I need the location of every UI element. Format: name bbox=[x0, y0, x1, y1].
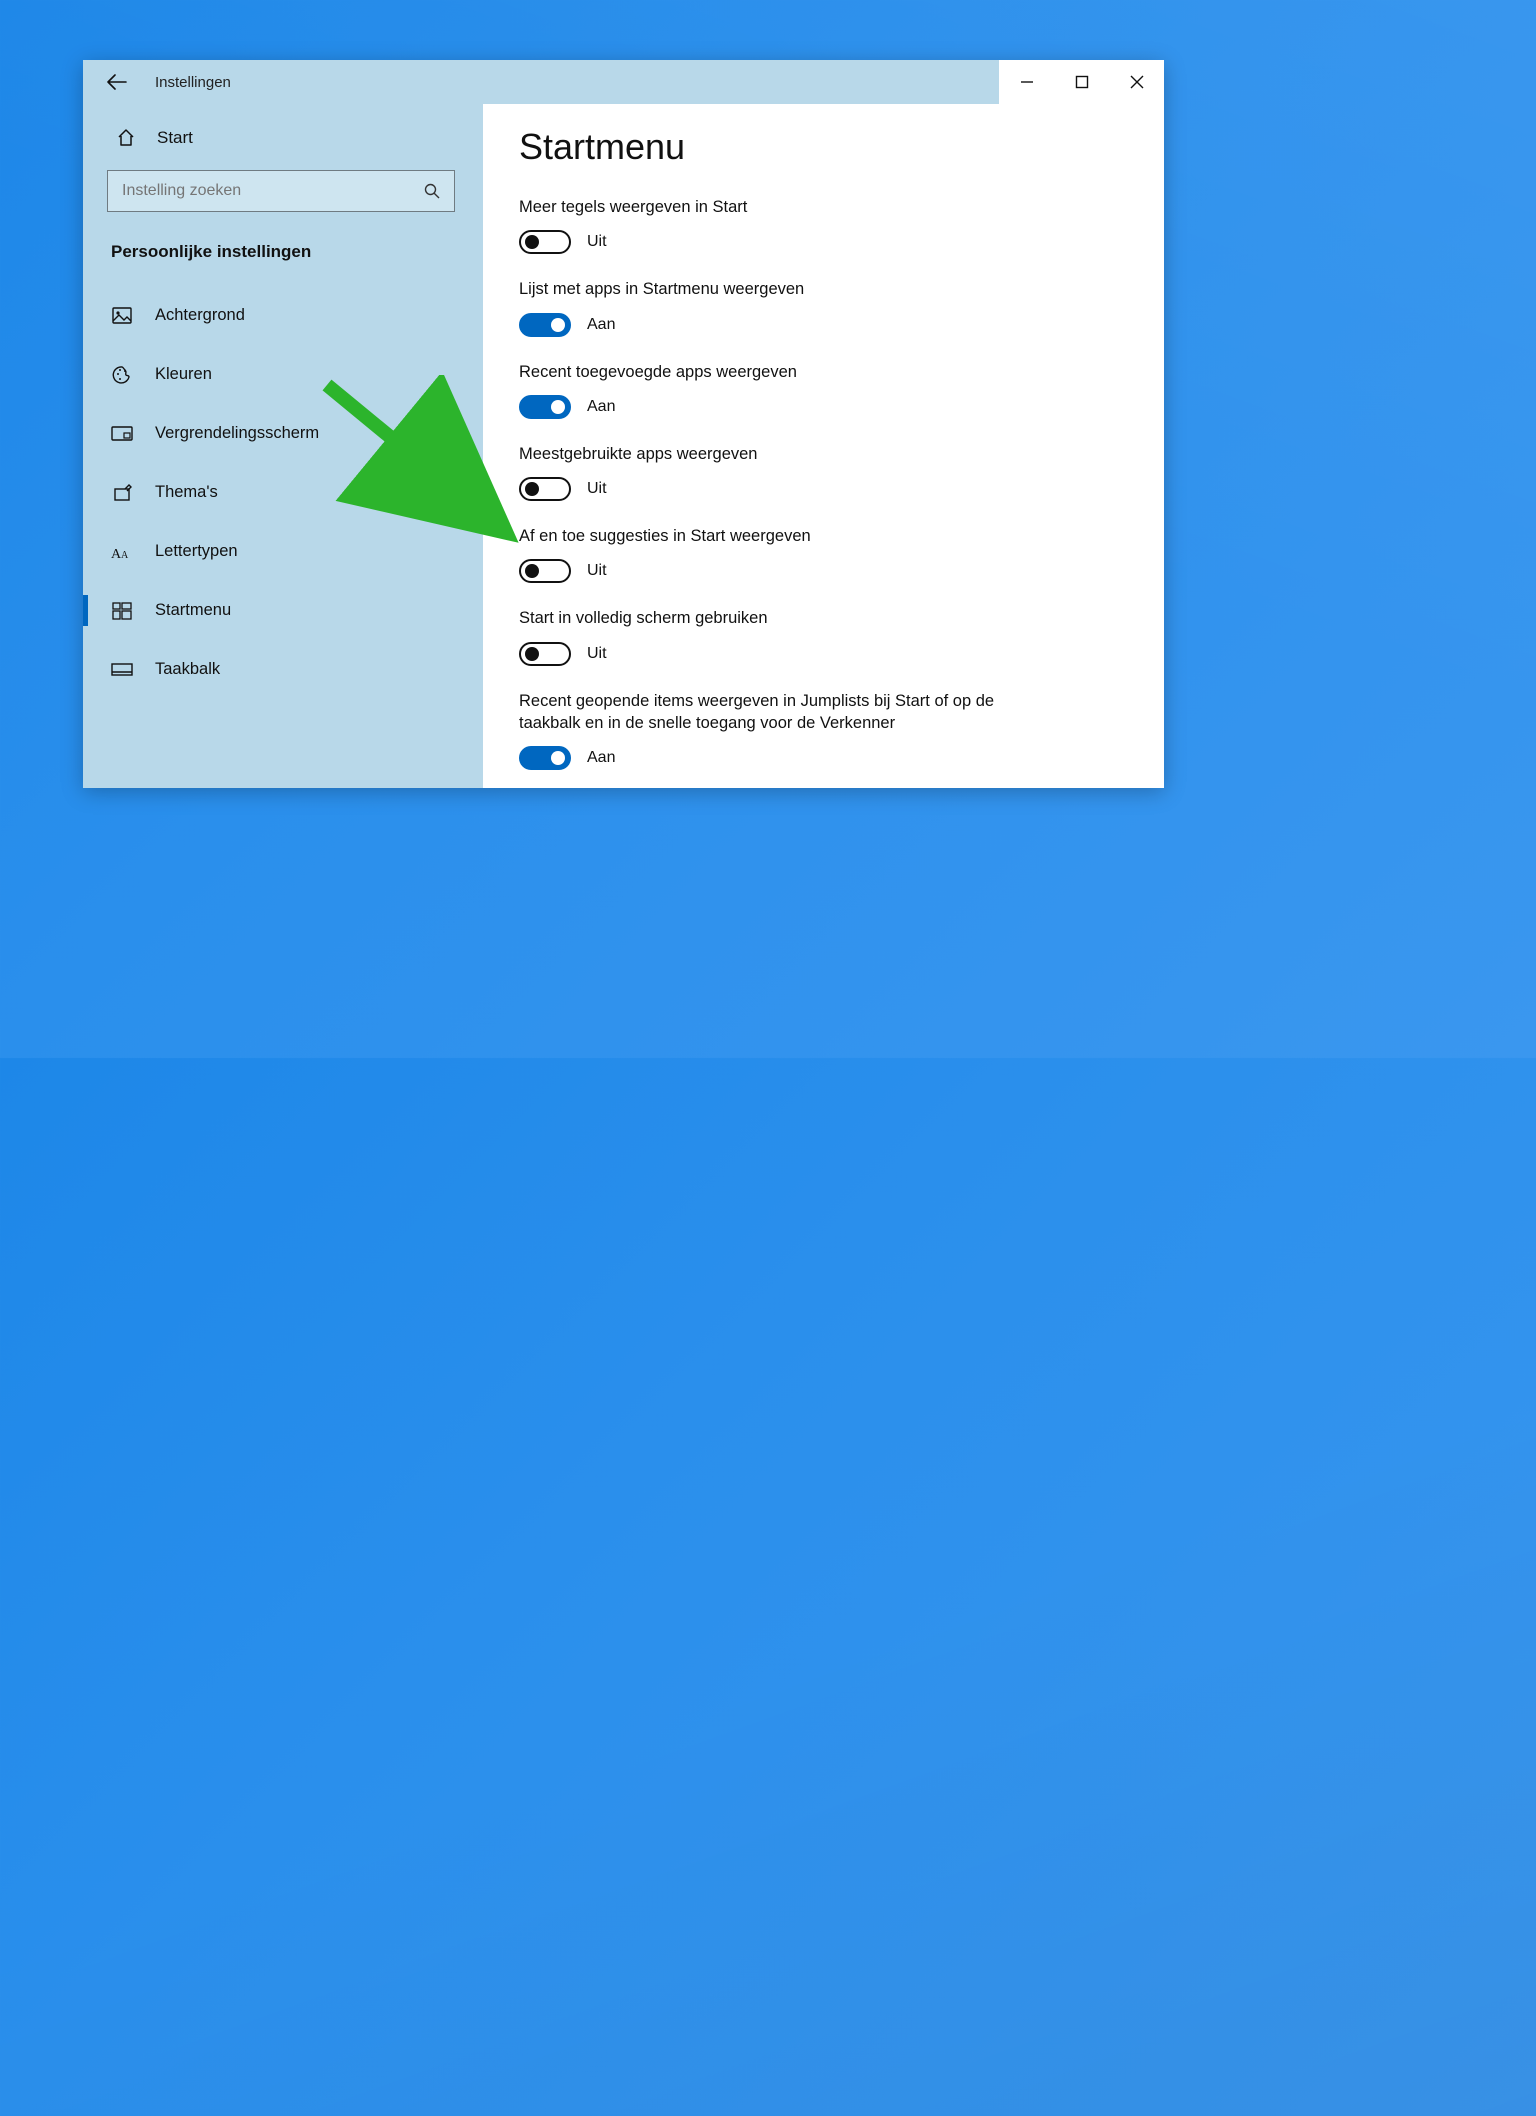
sidebar-item-kleuren[interactable]: Kleuren bbox=[83, 345, 467, 404]
close-button[interactable] bbox=[1109, 60, 1164, 104]
titlebar: Instellingen bbox=[83, 60, 1164, 104]
sidebar-item-achtergrond[interactable]: Achtergrond bbox=[83, 286, 467, 345]
sidebar-item-label: Vergrendelingsscherm bbox=[155, 424, 319, 443]
sidebar-item-label: Lettertypen bbox=[155, 542, 238, 561]
sidebar-item-thema-s[interactable]: Thema's bbox=[83, 463, 467, 522]
toggle-state-label: Uit bbox=[587, 562, 607, 580]
toggle-state-label: Uit bbox=[587, 480, 607, 498]
sidebar-item-label: Taakbalk bbox=[155, 660, 220, 679]
setting-0: Meer tegels weergeven in Start Uit bbox=[519, 196, 1124, 254]
sidebar-item-lettertypen[interactable]: AA Lettertypen bbox=[83, 522, 467, 581]
toggle-state-label: Aan bbox=[587, 398, 615, 416]
lockscreen-icon bbox=[111, 426, 133, 442]
search-icon bbox=[424, 183, 440, 199]
maximize-button[interactable] bbox=[1054, 60, 1109, 104]
setting-label: Meer tegels weergeven in Start bbox=[519, 196, 1059, 218]
home-label: Start bbox=[157, 128, 193, 148]
toggle-state-label: Uit bbox=[587, 233, 607, 251]
svg-text:A: A bbox=[121, 550, 129, 561]
search-box[interactable] bbox=[107, 170, 455, 212]
content-area: Startmenu Meer tegels weergeven in Start… bbox=[483, 104, 1164, 788]
setting-3: Meestgebruikte apps weergeven Uit bbox=[519, 443, 1124, 501]
toggle-switch[interactable] bbox=[519, 477, 571, 501]
setting-label: Recent toegevoegde apps weergeven bbox=[519, 361, 1059, 383]
search-input[interactable] bbox=[122, 182, 424, 200]
palette-icon bbox=[111, 365, 133, 385]
toggle-switch[interactable] bbox=[519, 642, 571, 666]
setting-5: Start in volledig scherm gebruiken Uit bbox=[519, 607, 1124, 665]
setting-2: Recent toegevoegde apps weergeven Aan bbox=[519, 361, 1124, 419]
window-title: Instellingen bbox=[155, 74, 231, 91]
setting-label: Af en toe suggesties in Start weergeven bbox=[519, 525, 1059, 547]
home-icon bbox=[115, 128, 137, 148]
fonts-icon: AA bbox=[111, 543, 133, 561]
sidebar-item-label: Kleuren bbox=[155, 365, 212, 384]
settings-window: Instellingen Start bbox=[83, 60, 1164, 788]
back-button[interactable] bbox=[107, 74, 127, 90]
toggle-switch[interactable] bbox=[519, 395, 571, 419]
toggle-state-label: Aan bbox=[587, 749, 615, 767]
sidebar-item-label: Thema's bbox=[155, 483, 218, 502]
sidebar: Start Persoonlijke instellingen Achtergr… bbox=[83, 104, 483, 788]
setting-6: Recent geopende items weergeven in Jumpl… bbox=[519, 690, 1124, 771]
setting-label: Meestgebruikte apps weergeven bbox=[519, 443, 1059, 465]
toggle-switch[interactable] bbox=[519, 559, 571, 583]
sidebar-item-taakbalk[interactable]: Taakbalk bbox=[83, 640, 467, 699]
home-button[interactable]: Start bbox=[83, 118, 467, 166]
toggle-state-label: Aan bbox=[587, 316, 615, 334]
sidebar-item-vergrendelingsscherm[interactable]: Vergrendelingsscherm bbox=[83, 404, 467, 463]
setting-4: Af en toe suggesties in Start weergeven U… bbox=[519, 525, 1124, 583]
toggle-switch[interactable] bbox=[519, 230, 571, 254]
taskbar-icon bbox=[111, 663, 133, 677]
toggle-state-label: Uit bbox=[587, 645, 607, 663]
setting-label: Start in volledig scherm gebruiken bbox=[519, 607, 1059, 629]
page-title: Startmenu bbox=[519, 126, 1124, 168]
toggle-switch[interactable] bbox=[519, 746, 571, 770]
toggle-switch[interactable] bbox=[519, 313, 571, 337]
minimize-button[interactable] bbox=[999, 60, 1054, 104]
picture-icon bbox=[111, 307, 133, 325]
setting-label: Lijst met apps in Startmenu weergeven bbox=[519, 278, 1059, 300]
setting-1: Lijst met apps in Startmenu weergeven Aan bbox=[519, 278, 1124, 336]
sidebar-item-label: Achtergrond bbox=[155, 306, 245, 325]
sidebar-item-label: Startmenu bbox=[155, 601, 231, 620]
start-icon bbox=[111, 602, 133, 620]
sidebar-category: Persoonlijke instellingen bbox=[83, 230, 467, 286]
setting-label: Recent geopende items weergeven in Jumpl… bbox=[519, 690, 1059, 735]
sidebar-item-startmenu[interactable]: Startmenu bbox=[83, 581, 467, 640]
themes-icon bbox=[111, 483, 133, 503]
